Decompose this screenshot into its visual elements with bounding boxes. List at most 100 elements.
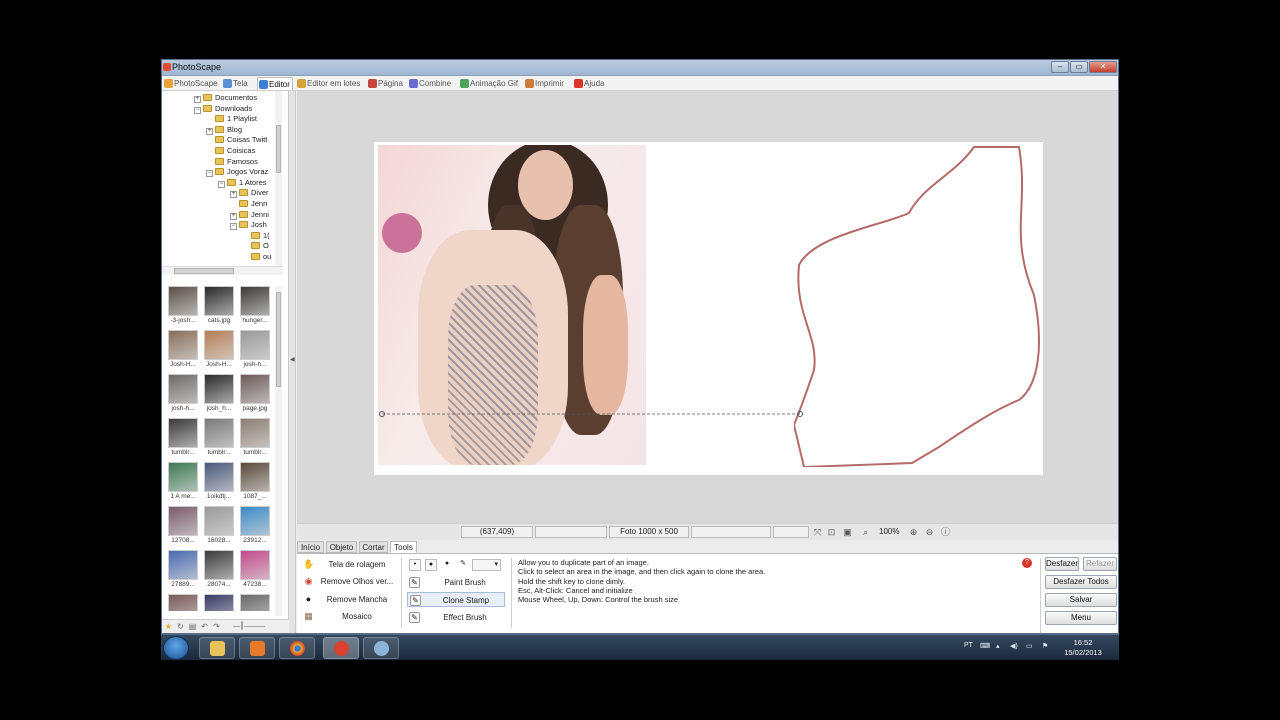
thumbnail-item[interactable]: 16028... — [202, 506, 236, 548]
thumbnail-size-slider[interactable]: —┃——— — [224, 622, 274, 631]
expander-icon[interactable]: + — [230, 212, 237, 220]
tree-folder[interactable]: − Josh — [230, 220, 267, 231]
close-button[interactable]: ✕ — [1089, 61, 1117, 73]
rotate-right-icon[interactable]: ↷ — [212, 622, 221, 631]
tree-folder[interactable]: − Jogos Voraz — [206, 167, 268, 178]
eyedropper-icon[interactable]: ✎ — [457, 559, 469, 571]
expander-icon[interactable]: − — [206, 170, 213, 178]
taskbar-app[interactable] — [363, 637, 399, 659]
tree-folder[interactable]: + Diver — [230, 188, 269, 199]
expander-icon[interactable]: − — [194, 106, 201, 114]
volume-icon[interactable]: ◀) — [1010, 642, 1018, 650]
tree-folder[interactable]: − 1 Atores — [218, 178, 267, 188]
tray-arrow-icon[interactable]: ▴ — [996, 642, 1000, 650]
taskbar-media-player[interactable] — [239, 637, 275, 659]
tab-combine[interactable]: Combine — [408, 77, 456, 90]
thumbnail-item[interactable]: 27889... — [166, 550, 200, 592]
tree-folder[interactable]: Jenn — [230, 199, 267, 209]
thumbnail-item[interactable]: 47238... — [238, 550, 272, 592]
tree-vertical-scrollbar[interactable] — [275, 91, 282, 266]
expander-icon[interactable]: + — [194, 96, 201, 103]
actual-size-icon[interactable]: ⊡ — [826, 527, 837, 538]
tab-editor-em-lotes[interactable]: Editor em lotes — [296, 77, 364, 90]
thumbnail-item[interactable]: tumblr... — [202, 418, 236, 460]
thumbnail-item[interactable]: tumblr... — [238, 418, 272, 460]
brush-size-large[interactable]: ● — [441, 559, 453, 571]
zoom-out-icon[interactable]: ⊖ — [924, 527, 935, 538]
thumbnail-item[interactable] — [202, 594, 236, 611]
thumbnail-item[interactable]: 12708... — [166, 506, 200, 548]
tree-folder[interactable]: − Downloads — [194, 104, 252, 114]
tree-folder[interactable]: + Jenni — [230, 210, 269, 220]
thumbnail-item[interactable]: cats.jpg — [202, 286, 236, 328]
thumbnail-item[interactable]: 28074... — [202, 550, 236, 592]
zoom-fit-icon[interactable]: ▣ — [842, 527, 853, 538]
refresh-icon[interactable]: ↻ — [176, 622, 185, 631]
brush-size-medium[interactable]: ● — [425, 559, 437, 571]
brush-color-dropdown[interactable]: ▾ — [472, 559, 501, 571]
minimize-button[interactable]: ‒ — [1051, 61, 1069, 73]
thumbnail-item[interactable]: 1087_... — [238, 462, 272, 504]
expander-icon[interactable]: + — [230, 191, 237, 199]
tab-p-gina[interactable]: Página — [367, 77, 405, 90]
undo-all-button[interactable]: Desfazer Todos — [1045, 575, 1117, 589]
thumbnail-item[interactable]: -3-josh... — [166, 286, 200, 328]
thumbnail-item[interactable]: Josh-H... — [166, 330, 200, 372]
thumbnail-item[interactable]: josh-h... — [238, 330, 272, 372]
thumbnail-item[interactable]: 1 A me... — [166, 462, 200, 504]
tree-folder[interactable]: + Documentos — [194, 93, 257, 103]
clone-stamp-tool[interactable]: ✎ Clone Stamp — [407, 592, 505, 607]
zoom-in-icon[interactable]: ⊕ — [908, 527, 919, 538]
tab-photoscape[interactable]: PhotoScape — [163, 77, 219, 90]
expander-icon[interactable]: + — [206, 127, 213, 135]
thumbnail-item[interactable]: page.jpg — [238, 374, 272, 416]
tab-anima-o-gif[interactable]: Animação Gif — [459, 77, 521, 90]
favorite-star-icon[interactable]: ★ — [164, 622, 173, 631]
tree-folder[interactable]: Famosos — [206, 157, 258, 167]
thumbnail-item[interactable] — [166, 594, 200, 611]
keyboard-icon[interactable]: ⌨ — [980, 642, 990, 650]
tab-tela[interactable]: Tela — [222, 77, 254, 90]
tree-folder[interactable]: O — [242, 241, 269, 251]
tree-folder[interactable]: 1( — [242, 231, 270, 241]
thumbnail-item[interactable]: 23912... — [238, 506, 272, 548]
effect-brush-tool[interactable]: ✎ Effect Brush — [407, 610, 505, 625]
save-button[interactable]: Salvar — [1045, 593, 1117, 607]
thumbnail-item[interactable] — [238, 594, 272, 611]
undo-button[interactable]: Desfazer — [1045, 557, 1079, 571]
tab-objeto[interactable]: Objeto — [326, 541, 357, 553]
network-icon[interactable]: ▭ — [1026, 642, 1033, 650]
tab-tools[interactable]: Tools — [390, 541, 417, 553]
language-indicator[interactable]: PT — [964, 642, 973, 649]
maximize-button[interactable]: ▭ — [1070, 61, 1088, 73]
thumbnail-item[interactable]: 1oikdtj... — [202, 462, 236, 504]
folder-icon[interactable]: ▤ — [188, 622, 197, 631]
tab-ajuda[interactable]: Ajuda — [573, 77, 607, 90]
thumbnail-item[interactable]: josh-h... — [166, 374, 200, 416]
tree-horizontal-scrollbar[interactable] — [162, 266, 283, 275]
panel-collapse-bar[interactable]: ◀ — [289, 91, 296, 633]
tree-folder[interactable]: Coisicas — [206, 146, 255, 156]
rotate-left-icon[interactable]: ↶ — [200, 622, 209, 631]
taskbar-chrome[interactable] — [279, 637, 315, 659]
menu-button[interactable]: Menu — [1045, 611, 1117, 625]
brush-size-small[interactable]: • — [409, 559, 421, 571]
thumbnail-scrollbar[interactable] — [275, 286, 282, 616]
thumbnail-item[interactable]: Josh-H... — [202, 330, 236, 372]
thumbnail-item[interactable]: josh_h... — [202, 374, 236, 416]
system-clock[interactable]: 16:52 15/02/2013 — [1059, 638, 1107, 658]
paint-brush-tool[interactable]: ✎ Paint Brush — [407, 575, 505, 590]
taskbar-explorer[interactable] — [199, 637, 235, 659]
taskbar-photoscape[interactable] — [323, 637, 359, 659]
image-canvas[interactable] — [374, 142, 1043, 475]
tab-editor[interactable]: Editor — [257, 77, 293, 90]
thumbnail-item[interactable]: hunger... — [238, 286, 272, 328]
redo-button[interactable]: Refazer — [1083, 557, 1117, 571]
fit-window-icon[interactable]: ⤧ — [812, 527, 823, 538]
tree-folder[interactable]: ou — [242, 252, 271, 262]
action-center-icon[interactable]: ⚑ — [1042, 642, 1048, 650]
zoom-icon[interactable]: ⌕ — [860, 527, 871, 538]
thumbnail-item[interactable]: tumblr... — [166, 418, 200, 460]
tab-inicio[interactable]: Início — [297, 541, 324, 553]
expander-icon[interactable]: − — [218, 180, 225, 188]
